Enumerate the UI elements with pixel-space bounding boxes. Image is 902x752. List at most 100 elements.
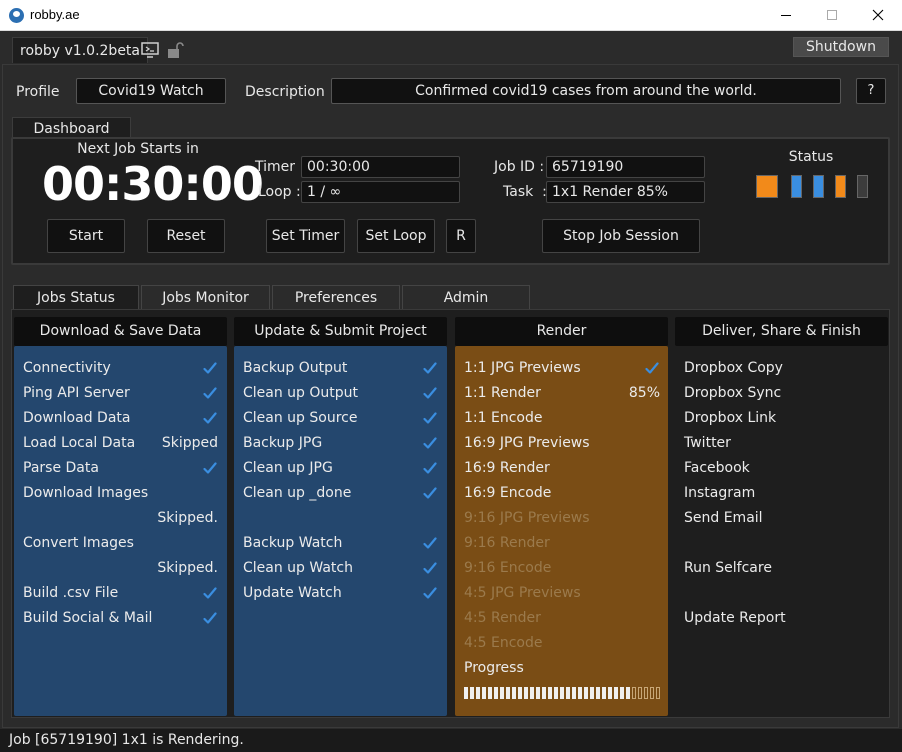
progress-segment [578,687,582,699]
download-item: Download Data [23,410,131,426]
status-label: Status [788,149,834,165]
reset-button[interactable]: Reset [147,219,225,253]
download-item-value: Skipped [161,435,218,451]
download-item: Convert Images [23,535,134,551]
progress-segment [572,687,576,699]
download-item-value: Skipped. [157,510,218,526]
progress-segment [488,687,492,699]
render-item: 9:16 Encode [464,560,552,576]
render-column-header: Render [455,317,668,346]
checkmark-icon [423,561,437,575]
app-logo-icon [9,8,24,23]
download-item: Connectivity [23,360,111,376]
progress-segment [596,687,600,699]
task-label: Task : [503,184,547,200]
update-item: Backup Output [243,360,348,376]
deliver-column-header: Deliver, Share & Finish [675,317,888,346]
tab-jobs-monitor[interactable]: Jobs Monitor [141,285,270,309]
loop-field[interactable]: 1 / ∞ [301,181,460,203]
checkmark-icon [203,611,217,625]
status-indicator [813,175,824,198]
checkmark-icon [423,461,437,475]
minimize-button[interactable] [763,0,809,30]
checkmark-icon [423,436,437,450]
monitor-icon[interactable] [141,41,159,59]
progress-segment [512,687,516,699]
tab-admin[interactable]: Admin [402,285,530,309]
checkmark-icon [423,586,437,600]
status-indicator [791,175,802,198]
tab-preferences[interactable]: Preferences [272,285,400,309]
progress-segment [566,687,570,699]
status-message: Job [65719190] 1x1 is Rendering. [9,732,244,748]
progress-segment [614,687,618,699]
statusbar: Job [65719190] 1x1 is Rendering. [0,729,902,752]
description-label: Description [245,84,325,100]
progress-segment [626,687,630,699]
maximize-button[interactable] [809,0,855,30]
deliver-item: Dropbox Sync [684,385,782,401]
profile-select[interactable]: Covid19 Watch [76,78,226,104]
app-header: robby v1.0.2beta Shutdown [0,31,902,63]
profile-label: Profile [16,84,60,100]
update-item: Clean up JPG [243,460,333,476]
deliver-item: Send Email [684,510,763,526]
render-item: 4:5 Encode [464,635,543,651]
render-item: 1:1 JPG Previews [464,360,581,376]
progress-segment [494,687,498,699]
progress-segment [656,687,660,699]
shutdown-button[interactable]: Shutdown [793,37,889,57]
close-icon [872,9,884,21]
maximize-icon [827,10,837,20]
progress-segment [482,687,486,699]
deliver-item: Facebook [684,460,750,476]
job-id-label: Job ID : [494,159,545,175]
set-loop-button[interactable]: Set Loop [357,219,435,253]
start-button[interactable]: Start [47,219,125,253]
checkmark-icon [203,361,217,375]
update-item: Update Watch [243,585,342,601]
status-indicator [756,175,778,198]
checkmark-icon [423,536,437,550]
deliver-item: Update Report [684,610,786,626]
deliver-item: Run Selfcare [684,560,772,576]
help-button[interactable]: ? [856,78,886,104]
checkmark-icon [203,386,217,400]
progress-segment [524,687,528,699]
deliver-item: Dropbox Link [684,410,777,426]
render-item: 4:5 Render [464,610,541,626]
stop-job-session-button[interactable]: Stop Job Session [542,219,700,253]
version-tab[interactable]: robby v1.0.2beta [12,37,148,63]
status-indicator [857,175,868,198]
window-titlebar: robby.ae [0,0,902,31]
progress-segment [584,687,588,699]
countdown-display: 00:30:00 [42,157,264,211]
unlock-icon[interactable] [166,41,184,59]
description-field[interactable]: Confirmed covid19 cases from around the … [331,78,841,104]
close-button[interactable] [855,0,901,30]
checkmark-icon [203,411,217,425]
tab-dashboard[interactable]: Dashboard [12,117,131,139]
render-item: Progress [464,660,524,676]
download-item: Build .csv File [23,585,119,601]
checkmark-icon [203,586,217,600]
render-item: 1:1 Encode [464,410,543,426]
progress-segment [464,687,468,699]
checkmark-icon [203,461,217,475]
progress-segment [542,687,546,699]
progress-segment [476,687,480,699]
progress-segment [548,687,552,699]
task-field: 1x1 Render 85% [546,181,705,203]
tab-jobs-status[interactable]: Jobs Status [13,285,139,309]
r-button[interactable]: R [446,219,476,253]
timer-field[interactable]: 00:30:00 [301,156,460,178]
progress-segment [506,687,510,699]
render-item: 9:16 JPG Previews [464,510,590,526]
update-item: Clean up _done [243,485,352,501]
loop-label: Loop : [258,184,301,200]
download-item: Ping API Server [23,385,130,401]
update-item: Backup Watch [243,535,343,551]
progress-segment [590,687,594,699]
set-timer-button[interactable]: Set Timer [266,219,345,253]
render-item: 16:9 JPG Previews [464,435,590,451]
